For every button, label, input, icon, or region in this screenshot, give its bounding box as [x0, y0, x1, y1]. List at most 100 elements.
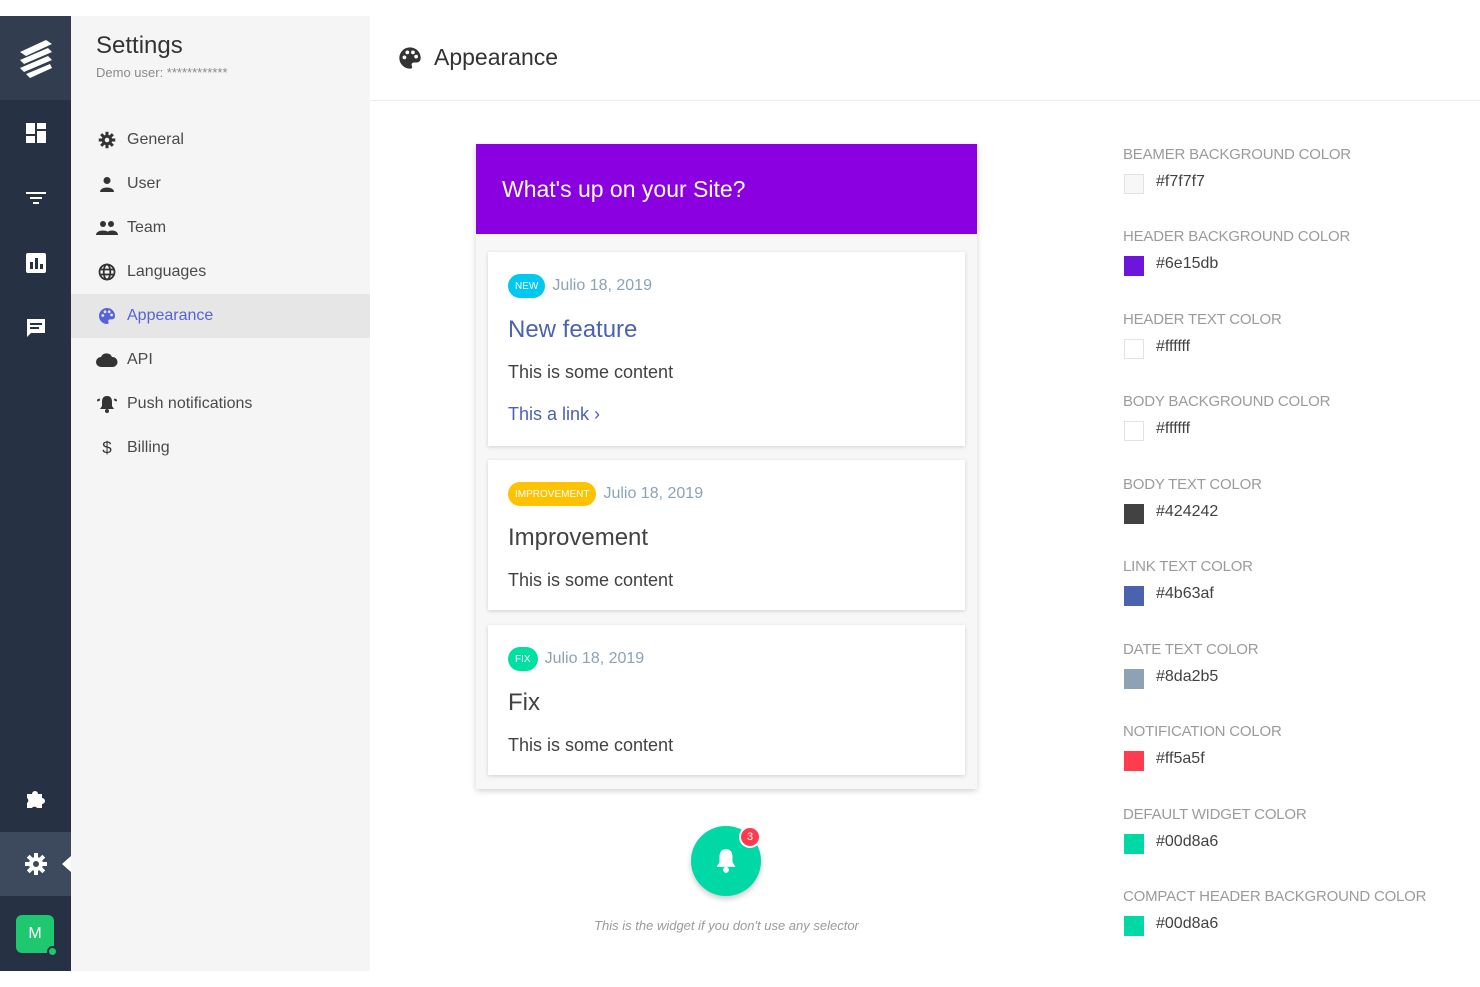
card-title[interactable]: Improvement [508, 524, 648, 552]
card-date: Julio 18, 2019 [552, 277, 652, 294]
sidebar-item-api[interactable]: API [71, 338, 370, 382]
gear-icon [24, 853, 47, 875]
color-label: BODY BACKGROUND COLOR [1123, 393, 1331, 410]
color-value[interactable]: #00d8a6 [1156, 915, 1218, 933]
new-badge: NEW [508, 274, 546, 298]
rail-integrations-button[interactable] [0, 773, 71, 825]
card-meta: FIX Julio 18, 2019 [508, 647, 644, 671]
color-swatch[interactable] [1124, 421, 1144, 441]
sidebar-item-user[interactable]: User [71, 162, 370, 206]
color-value[interactable]: #ffffff [1156, 338, 1190, 356]
palette-icon [96, 307, 118, 325]
sidebar-item-team[interactable]: Team [71, 206, 370, 250]
card-link[interactable]: This a link › [508, 404, 600, 425]
card-content: This is some content [508, 570, 674, 590]
card-content: This is some content [508, 362, 674, 382]
color-swatch[interactable] [1124, 256, 1144, 276]
color-label: DATE TEXT COLOR [1123, 641, 1259, 658]
color-value[interactable]: #f7f7f7 [1156, 173, 1205, 191]
user-icon [96, 175, 118, 193]
color-value[interactable]: #ff5a5f [1156, 750, 1205, 768]
team-icon [96, 219, 118, 237]
color-swatch[interactable] [1124, 174, 1144, 194]
sidebar-item-push-notifications[interactable]: Push notifications [71, 382, 370, 426]
avatar-initial: M [28, 925, 42, 942]
color-swatch[interactable] [1124, 669, 1144, 689]
feed-card-fix: FIX Julio 18, 2019 Fix This is some cont… [488, 625, 965, 775]
sidebar-item-label: Appearance [127, 307, 214, 324]
sidebar-item-label: Languages [127, 263, 207, 280]
color-setting-default-widget: DEFAULT WIDGET COLOR #00d8a6 [1123, 806, 1463, 866]
card-meta: IMPROVEMENT Julio 18, 2019 [508, 482, 703, 506]
sidebar-item-label: User [127, 175, 161, 192]
app-logo[interactable] [0, 16, 71, 100]
settings-sidebar: Settings Demo user: ************ General… [71, 16, 370, 971]
color-label: LINK TEXT COLOR [1123, 558, 1253, 575]
color-value[interactable]: #00d8a6 [1156, 833, 1218, 851]
avatar[interactable]: M [16, 915, 58, 957]
color-setting-link-text: LINK TEXT COLOR #4b63af [1123, 558, 1463, 618]
sidebar-item-general[interactable]: General [71, 118, 370, 162]
color-setting-body-background: BODY BACKGROUND COLOR #ffffff [1123, 393, 1463, 453]
color-setting-header-background: HEADER BACKGROUND COLOR #6e15db [1123, 228, 1463, 288]
color-setting-beamer-background: BEAMER BACKGROUND COLOR #f7f7f7 [1123, 146, 1463, 206]
sidebar-item-label: Push notifications [127, 395, 253, 412]
sidebar-item-label: Team [127, 219, 167, 236]
sidebar-item-languages[interactable]: Languages [71, 250, 370, 294]
dashboard-icon [25, 123, 46, 143]
beamer-preview: What's up on your Site? NEW Julio 18, 20… [476, 144, 977, 789]
bell-icon [96, 395, 118, 413]
card-title[interactable]: Fix [508, 689, 540, 717]
sidebar-title: Settings [96, 32, 183, 59]
sidebar-item-label: API [127, 351, 153, 368]
rail-analytics-button[interactable] [0, 237, 71, 289]
demo-user-label: Demo user: ************ [96, 65, 228, 80]
settings-menu: General User Team Languages Appearance A… [71, 118, 370, 470]
rail-settings-button[interactable] [0, 832, 71, 896]
color-value[interactable]: #424242 [1156, 503, 1218, 521]
color-label: COMPACT HEADER BACKGROUND COLOR [1123, 888, 1427, 905]
color-swatch[interactable] [1124, 504, 1144, 524]
widget-caption: This is the widget if you don't use any … [594, 918, 859, 933]
color-value[interactable]: #8da2b5 [1156, 668, 1218, 686]
logo-icon [19, 40, 52, 78]
notification-count-badge: 3 [739, 826, 761, 848]
chart-icon [25, 253, 46, 273]
bell-icon [716, 849, 736, 873]
rail-filter-button[interactable] [0, 172, 71, 224]
sidebar-item-appearance[interactable]: Appearance [71, 294, 370, 338]
online-status-dot [47, 946, 58, 957]
feed-card-improvement: IMPROVEMENT Julio 18, 2019 Improvement T… [488, 460, 965, 610]
sidebar-item-label: General [127, 131, 184, 148]
puzzle-icon [26, 791, 45, 808]
rail-dashboard-button[interactable] [0, 107, 71, 159]
color-swatch[interactable] [1124, 751, 1144, 771]
color-label: HEADER TEXT COLOR [1123, 311, 1282, 328]
preview-header: What's up on your Site? [476, 144, 977, 234]
card-date: Julio 18, 2019 [544, 650, 645, 667]
color-value[interactable]: #6e15db [1156, 255, 1218, 273]
color-label: BODY TEXT COLOR [1123, 476, 1262, 493]
color-label: HEADER BACKGROUND COLOR [1123, 228, 1351, 245]
feed-card-new-feature: NEW Julio 18, 2019 New feature This is s… [488, 252, 965, 446]
color-swatch[interactable] [1124, 339, 1144, 359]
color-value[interactable]: #ffffff [1156, 420, 1190, 438]
color-swatch[interactable] [1124, 916, 1144, 936]
gear-icon [96, 131, 118, 149]
color-swatch[interactable] [1124, 834, 1144, 854]
color-value[interactable]: #4b63af [1156, 585, 1214, 603]
cloud-icon [96, 351, 118, 369]
card-content: This is some content [508, 735, 674, 755]
color-label: BEAMER BACKGROUND COLOR [1123, 146, 1351, 163]
color-setting-date-text: DATE TEXT COLOR #8da2b5 [1123, 641, 1463, 701]
chat-icon [26, 319, 45, 337]
color-setting-header-text: HEADER TEXT COLOR #ffffff [1123, 311, 1463, 371]
active-indicator [62, 856, 71, 872]
color-swatch[interactable] [1124, 586, 1144, 606]
card-title[interactable]: New feature [508, 316, 637, 344]
card-date: Julio 18, 2019 [603, 485, 704, 502]
rail-feedback-button[interactable] [0, 302, 71, 354]
palette-icon [398, 46, 422, 75]
sidebar-item-billing[interactable]: $ Billing [71, 426, 370, 470]
sidebar-item-label: Billing [127, 439, 170, 456]
